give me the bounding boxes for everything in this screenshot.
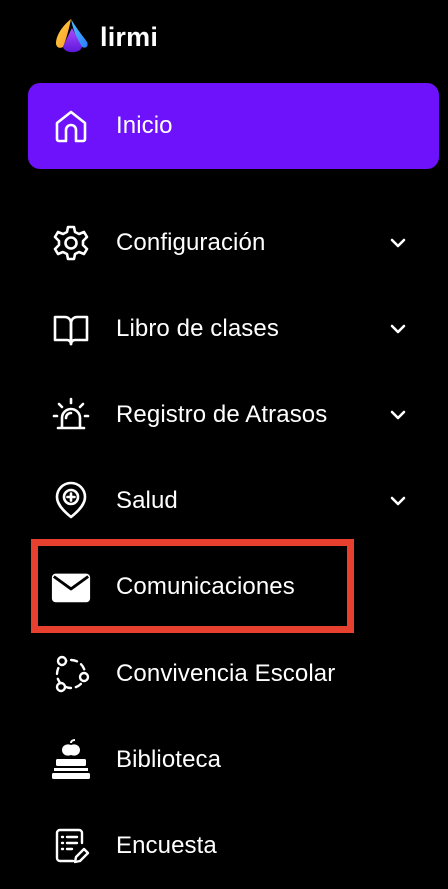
brand-name: lirmi — [100, 21, 159, 52]
sidebar-item-label: Configuración — [116, 229, 266, 256]
sidebar-item-libro-de-clases[interactable]: Libro de clases — [28, 286, 439, 372]
alarm-light-icon — [50, 394, 92, 436]
sidebar-item-label: Registro de Atrasos — [116, 401, 328, 428]
lirmi-logo-icon — [56, 19, 88, 53]
book-icon — [50, 308, 92, 350]
books-apple-icon — [50, 739, 92, 781]
sidebar-item-registro-de-atrasos[interactable]: Registro de Atrasos — [28, 372, 439, 458]
chevron-down-icon[interactable] — [386, 231, 410, 255]
sidebar-item-label: Inicio — [116, 112, 173, 139]
sidebar-item-salud[interactable]: Salud — [28, 458, 439, 544]
sidebar-item-convivencia-escolar[interactable]: Convivencia Escolar — [28, 631, 439, 717]
chevron-down-icon[interactable] — [386, 317, 410, 341]
sidebar-item-label: Convivencia Escolar — [116, 660, 336, 687]
brand-header[interactable]: lirmi — [50, 14, 158, 62]
sidebar-item-label: Comunicaciones — [116, 573, 295, 600]
home-icon — [50, 105, 92, 147]
sidebar-item-label: Libro de clases — [116, 315, 279, 342]
chevron-down-icon[interactable] — [386, 489, 410, 513]
envelope-icon — [50, 566, 92, 608]
sidebar-item-configuracion[interactable]: Configuración — [28, 200, 439, 286]
network-circle-icon — [50, 653, 92, 695]
sidebar-item-label: Biblioteca — [116, 746, 222, 773]
sidebar-item-label: Salud — [116, 487, 178, 514]
chevron-down-icon[interactable] — [386, 403, 410, 427]
survey-edit-icon — [50, 825, 92, 867]
sidebar-item-inicio[interactable]: Inicio — [28, 83, 439, 169]
sidebar-item-biblioteca[interactable]: Biblioteca — [28, 717, 439, 803]
gear-icon — [50, 222, 92, 264]
sidebar-item-encuesta[interactable]: Encuesta — [28, 803, 439, 889]
health-pin-icon — [50, 480, 92, 522]
sidebar-item-comunicaciones[interactable]: Comunicaciones — [28, 544, 439, 630]
sidebar-item-label: Encuesta — [116, 832, 217, 859]
